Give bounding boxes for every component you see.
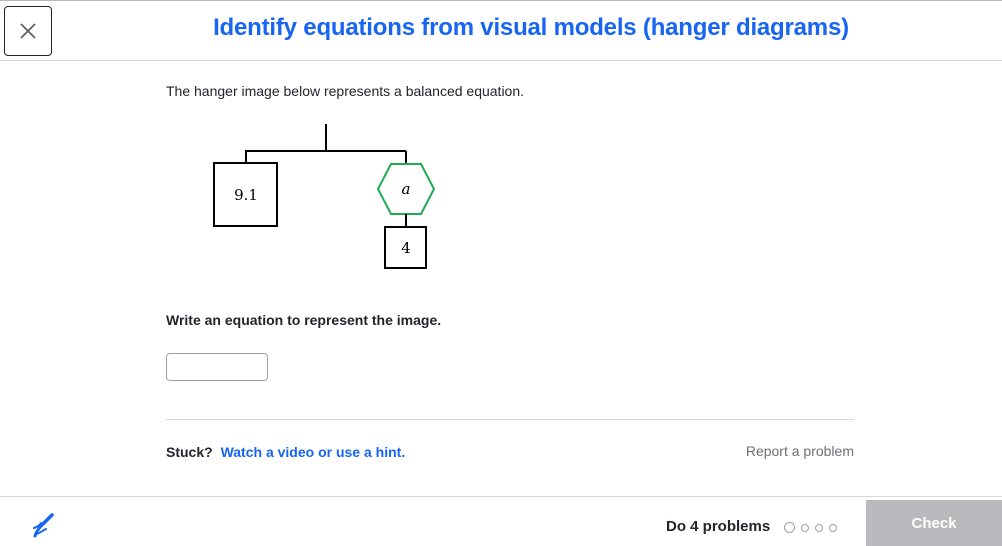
pencil-icon <box>33 513 54 538</box>
progress-dot <box>829 523 837 532</box>
right-box-value: 4 <box>401 239 411 257</box>
hanger-diagram: 9.1 a 4 <box>213 124 436 269</box>
page-title: Identify equations from visual models (h… <box>213 14 849 41</box>
problem-prompt: The hanger image below represents a bala… <box>166 83 525 99</box>
hint-link[interactable]: Watch a video or use a hint. <box>221 444 406 460</box>
close-button[interactable] <box>4 6 52 56</box>
scratchpad-button[interactable] <box>30 512 58 545</box>
header-bar: Identify equations from visual models (h… <box>0 0 1002 61</box>
stuck-label: Stuck? <box>166 444 213 460</box>
progress-dots <box>784 522 837 533</box>
progress-dot <box>784 522 795 533</box>
answer-input[interactable] <box>166 353 268 381</box>
check-button[interactable]: Check <box>866 500 1002 546</box>
help-row: Stuck? Watch a video or use a hint. <box>166 444 405 460</box>
close-icon <box>20 23 36 39</box>
footer-bar: Do 4 problems Check <box>0 496 1002 546</box>
hexagon-label: a <box>402 180 411 198</box>
report-problem-link[interactable]: Report a problem <box>746 443 854 459</box>
question-text: Write an equation to represent the image… <box>166 312 442 328</box>
progress-dot <box>801 523 809 532</box>
left-box-value: 9.1 <box>234 186 258 204</box>
progress-dot <box>815 523 823 532</box>
problem-count-label: Do 4 problems <box>666 518 771 535</box>
divider <box>166 419 854 420</box>
